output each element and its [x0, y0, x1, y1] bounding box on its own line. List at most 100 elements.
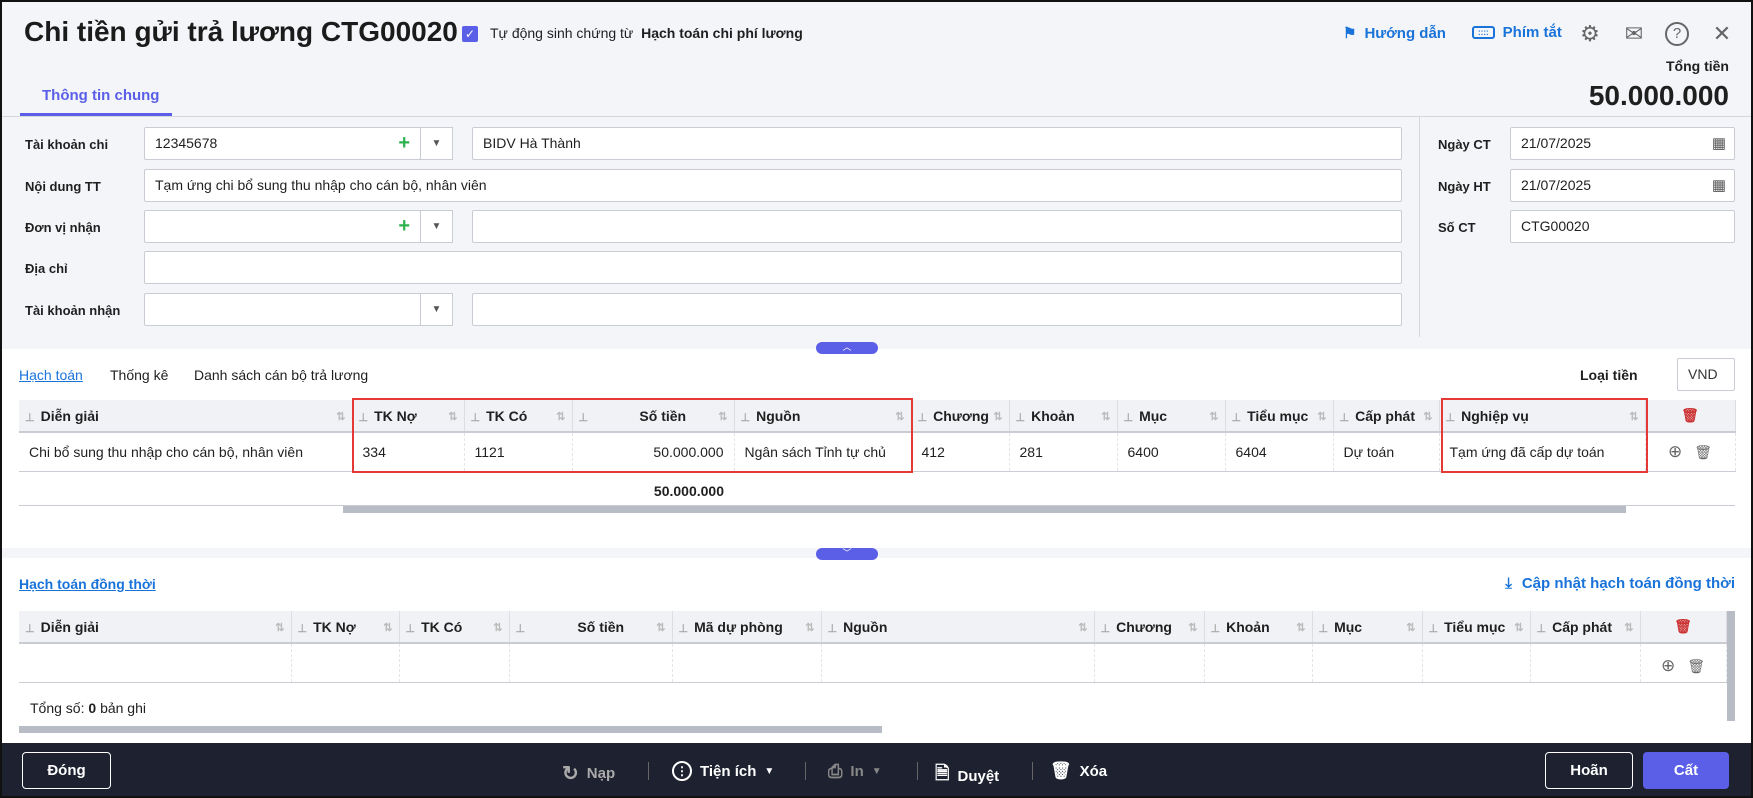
- table-cell[interactable]: 6404: [1225, 432, 1334, 472]
- pin-icon[interactable]: ⊥: [1101, 623, 1111, 635]
- pin-icon[interactable]: ⊥: [406, 623, 416, 635]
- table-cell[interactable]: [1312, 643, 1423, 683]
- sort-icon[interactable]: ⇅: [1078, 621, 1087, 634]
- sort-icon[interactable]: ⇅: [1296, 621, 1305, 634]
- column-header[interactable]: ⊥ Mã dự phòng ⇅: [672, 611, 822, 644]
- pin-icon[interactable]: ⊥: [1124, 412, 1134, 424]
- tk-nhan-input[interactable]: [144, 293, 421, 326]
- gear-icon[interactable]: ⚙: [1576, 20, 1604, 48]
- ngay-ct-input[interactable]: 21/07/2025 ▦: [1510, 127, 1735, 160]
- ngay-ht-input[interactable]: 21/07/2025 ▦: [1510, 169, 1735, 202]
- concurrent-title[interactable]: Hạch toán đồng thời: [19, 576, 156, 592]
- pin-icon[interactable]: ⊥: [471, 412, 481, 424]
- table-cell[interactable]: 6400: [1117, 432, 1226, 472]
- pin-icon[interactable]: ⊥: [1211, 623, 1221, 635]
- sort-icon[interactable]: ⇅: [275, 621, 284, 634]
- pin-icon[interactable]: ⊥: [1340, 412, 1350, 424]
- delete-row-icon[interactable]: 🗑: [1687, 658, 1705, 674]
- delete-button[interactable]: 🗑 Xóa: [1050, 761, 1107, 781]
- calendar-icon[interactable]: ▦: [1712, 128, 1726, 159]
- table-cell[interactable]: 1121: [464, 432, 573, 472]
- add-row-icon[interactable]: ⊕: [1661, 656, 1675, 675]
- pin-icon[interactable]: ⊥: [25, 412, 35, 424]
- undo-button[interactable]: Hoãn: [1545, 752, 1633, 789]
- noi-dung-input[interactable]: Tạm ứng chi bổ sung thu nhập cho cán bộ,…: [144, 169, 1402, 202]
- pin-icon[interactable]: ⊥: [828, 623, 838, 635]
- tab-danh-sach[interactable]: Danh sách cán bộ trả lương: [194, 367, 368, 383]
- utilities-button[interactable]: ⋮ Tiện ích ▼: [672, 761, 774, 781]
- column-header[interactable]: ⊥ TK Có ⇅: [464, 400, 573, 433]
- pin-icon[interactable]: ⊥: [1016, 412, 1026, 424]
- pin-icon[interactable]: ⊥: [1537, 623, 1547, 635]
- add-row-icon[interactable]: ⊕: [1668, 442, 1682, 461]
- sort-icon[interactable]: ⇅: [556, 410, 565, 423]
- tab-hach-toan[interactable]: Hạch toán: [19, 367, 83, 383]
- add-icon[interactable]: +: [398, 128, 410, 159]
- pin-icon[interactable]: ⊥: [359, 412, 369, 424]
- column-header[interactable]: ⊥ Số tiền ⇅: [572, 400, 735, 433]
- table-cell[interactable]: Chi bổ sung thu nhập cho cán bộ, nhân vi…: [19, 432, 353, 472]
- table-cell[interactable]: [19, 643, 292, 683]
- sort-icon[interactable]: ⇅: [1624, 621, 1633, 634]
- table-cell[interactable]: 50.000.000: [572, 432, 735, 472]
- pin-icon[interactable]: ⊥: [1232, 412, 1242, 424]
- column-header[interactable]: ⊥ Chương ⇅: [911, 400, 1010, 433]
- sort-icon[interactable]: ⇅: [656, 621, 665, 634]
- add-icon[interactable]: +: [398, 211, 410, 242]
- table-cell[interactable]: [1204, 643, 1313, 683]
- pin-icon[interactable]: ⊥: [298, 623, 308, 635]
- sort-icon[interactable]: ⇅: [805, 621, 814, 634]
- pin-icon[interactable]: ⊥: [679, 623, 689, 635]
- don-vi-name-input[interactable]: [472, 210, 1402, 243]
- collapse-down-button[interactable]: ﹀: [816, 548, 878, 560]
- sort-icon[interactable]: ⇅: [1317, 410, 1326, 423]
- calendar-icon[interactable]: ▦: [1712, 170, 1726, 201]
- sort-icon[interactable]: ⇅: [993, 410, 1002, 423]
- table-cell[interactable]: Dự toán: [1333, 432, 1440, 472]
- column-header[interactable]: ⊥ Diễn giải ⇅: [19, 611, 292, 644]
- sort-icon[interactable]: ⇅: [895, 410, 904, 423]
- table-cell[interactable]: 334: [352, 432, 465, 472]
- column-header[interactable]: ⊥ Mục ⇅: [1312, 611, 1423, 644]
- update-concurrent-link[interactable]: ⤓ Cập nhật hạch toán đồng thời: [1505, 575, 1735, 592]
- table-cell[interactable]: [672, 643, 822, 683]
- so-ct-input[interactable]: CTG00020: [1510, 210, 1735, 243]
- sort-icon[interactable]: ⇅: [1514, 621, 1523, 634]
- sort-icon[interactable]: ⇅: [448, 410, 457, 423]
- sort-icon[interactable]: ⇅: [1101, 410, 1110, 423]
- currency-select[interactable]: VND: [1677, 358, 1735, 391]
- bank-input[interactable]: BIDV Hà Thành: [472, 127, 1402, 160]
- pin-icon[interactable]: ⊥: [741, 412, 751, 424]
- pin-icon[interactable]: ⊥: [918, 412, 928, 424]
- sort-icon[interactable]: ⇅: [718, 410, 727, 423]
- pin-icon[interactable]: ⊥: [1319, 623, 1329, 635]
- sort-icon[interactable]: ⇅: [1188, 621, 1197, 634]
- column-header[interactable]: ⊥ Cấp phát ⇅: [1333, 400, 1440, 433]
- tab-general-info[interactable]: Thông tin chung: [42, 87, 159, 104]
- column-header[interactable]: ⊥ Tiểu mục ⇅: [1422, 611, 1531, 644]
- tab-thong-ke[interactable]: Thống kê: [110, 367, 168, 383]
- table-cell[interactable]: Ngân sách Tỉnh tự chủ: [734, 432, 912, 472]
- table-cell[interactable]: 281: [1009, 432, 1118, 472]
- pin-icon[interactable]: ⊥: [1429, 623, 1439, 635]
- table-cell[interactable]: [821, 643, 1095, 683]
- save-button[interactable]: Cất: [1643, 752, 1729, 789]
- table-cell[interactable]: Tạm ứng đã cấp dự toán: [1439, 432, 1646, 472]
- sort-icon[interactable]: ⇅: [383, 621, 392, 634]
- chevron-down-icon[interactable]: ▼: [420, 127, 453, 160]
- sort-icon[interactable]: ⇅: [1406, 621, 1415, 634]
- guide-link[interactable]: ⚑ Hướng dẫn: [1343, 24, 1446, 43]
- dia-chi-input[interactable]: [144, 251, 1402, 284]
- column-header[interactable]: ⊥ Nguồn ⇅: [821, 611, 1095, 644]
- pin-icon[interactable]: ⊥: [579, 412, 589, 424]
- sort-icon[interactable]: ⇅: [1423, 410, 1432, 423]
- horizontal-scrollbar[interactable]: [19, 726, 882, 733]
- column-header[interactable]: ⊥ Nguồn ⇅: [734, 400, 912, 433]
- column-header[interactable]: ⊥ Nghiệp vụ ⇅: [1439, 400, 1646, 433]
- column-header[interactable]: ⊥ Cấp phát ⇅: [1530, 611, 1641, 644]
- pin-icon[interactable]: ⊥: [516, 623, 526, 635]
- sort-icon[interactable]: ⇅: [336, 410, 345, 423]
- delete-all-icon[interactable]: 🗑: [1681, 407, 1699, 423]
- table-cell[interactable]: [1422, 643, 1531, 683]
- column-header[interactable]: ⊥ TK Nợ ⇅: [291, 611, 400, 644]
